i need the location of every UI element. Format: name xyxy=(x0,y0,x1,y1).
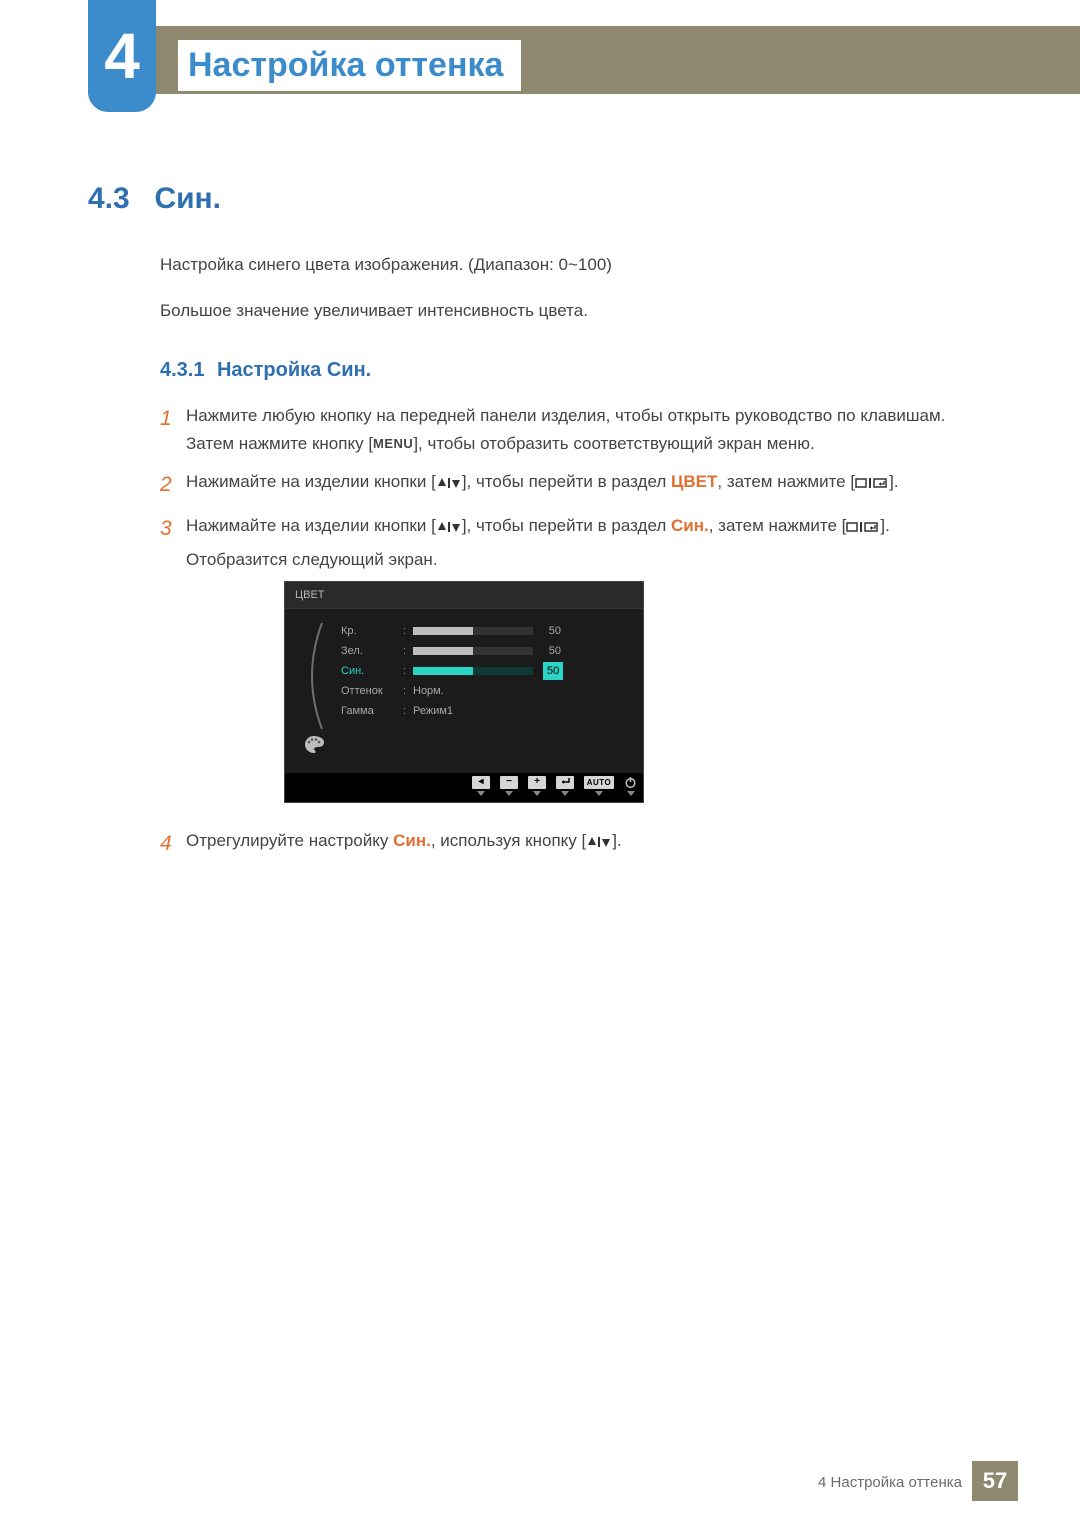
step-text: ]. xyxy=(880,516,889,535)
palette-icon xyxy=(303,735,325,755)
osd-row: Син.: 50 xyxy=(341,661,631,681)
step-number: 3 xyxy=(160,512,186,816)
section-heading: 4.3 Син. xyxy=(88,182,978,216)
osd-btn-enter xyxy=(556,776,574,796)
osd-row-label: Син. xyxy=(341,662,403,680)
step-text: , затем нажмите [ xyxy=(709,516,847,535)
step-4: 4 Отрегулируйте настройку Син., использу… xyxy=(160,827,978,862)
osd-btn-minus: − xyxy=(500,776,518,796)
osd-btn-back: ◂ xyxy=(472,776,490,796)
chapter-title: Настройка оттенка xyxy=(178,40,521,91)
step-text: ]. xyxy=(612,831,621,850)
osd-value: Режим1 xyxy=(413,702,453,720)
up-down-icon xyxy=(436,520,462,534)
header-gap xyxy=(0,26,88,94)
osd-colon: : xyxy=(403,702,413,720)
highlight-term: Син. xyxy=(393,831,431,850)
rect-enter-icon xyxy=(855,476,889,490)
osd-row: Кр.: 50 xyxy=(341,621,631,641)
subsection-title: Настройка Син. xyxy=(217,359,371,381)
osd-row-label: Гамма xyxy=(341,702,403,720)
osd-screenshot: ЦВЕТ Кр.:50Зел.:50Син.:50Оттенок:Норм.Га… xyxy=(284,581,644,803)
step-text: , используя кнопку [ xyxy=(431,831,586,850)
osd-value: 50 xyxy=(533,622,561,640)
subsection-heading: 4.3.1 Настройка Син. xyxy=(160,359,978,382)
step-2: 2 Нажимайте на изделии кнопки [ ], чтобы … xyxy=(160,468,978,503)
step-text: ]. xyxy=(889,472,898,491)
highlight-term: ЦВЕТ xyxy=(671,472,717,491)
intro-paragraph-1: Настройка синего цвета изображения. (Диа… xyxy=(160,252,978,278)
step-text: Отрегулируйте настройку xyxy=(186,831,393,850)
osd-slider xyxy=(413,667,533,675)
osd-btn-power xyxy=(624,776,637,796)
page-footer: 4 Настройка оттенка 57 xyxy=(0,1461,1080,1501)
osd-side-curve xyxy=(300,621,328,731)
osd-colon: : xyxy=(403,642,413,660)
step-text: , затем нажмите [ xyxy=(717,472,855,491)
footer-chapter-label: 4 Настройка оттенка xyxy=(818,1474,962,1491)
osd-row-label: Зел. xyxy=(341,642,403,660)
osd-row-label: Оттенок xyxy=(341,682,403,700)
osd-value: Норм. xyxy=(413,682,444,700)
up-down-icon xyxy=(436,476,462,490)
header-band xyxy=(0,26,1080,94)
step-text: ], чтобы перейти в раздел xyxy=(462,472,671,491)
step-number: 4 xyxy=(160,827,186,862)
intro-paragraph-2: Большое значение увеличивает интенсивнос… xyxy=(160,298,978,324)
step-number: 2 xyxy=(160,468,186,503)
up-down-icon xyxy=(586,835,612,849)
osd-value: 50 xyxy=(533,642,561,660)
osd-btn-auto: AUTO xyxy=(584,776,614,796)
osd-value: 50 xyxy=(543,662,563,680)
page-number-badge: 57 xyxy=(972,1461,1018,1501)
step-number: 1 xyxy=(160,402,186,458)
step-3: 3 Нажимайте на изделии кнопки [ ], чтобы … xyxy=(160,512,978,816)
step-1: 1 Нажмите любую кнопку на передней панел… xyxy=(160,402,978,458)
step-text: Нажимайте на изделии кнопки [ xyxy=(186,516,436,535)
osd-slider xyxy=(413,647,533,655)
subsection-number: 4.3.1 xyxy=(160,359,204,381)
osd-title: ЦВЕТ xyxy=(285,582,643,609)
osd-row-label: Кр. xyxy=(341,622,403,640)
step-text: Отобразится следующий экран. xyxy=(186,550,438,569)
osd-row: Гамма:Режим1 xyxy=(341,701,631,721)
osd-row: Оттенок:Норм. xyxy=(341,681,631,701)
osd-colon: : xyxy=(403,622,413,640)
chapter-number-badge: 4 xyxy=(88,0,156,112)
step-text: ], чтобы перейти в раздел xyxy=(462,516,671,535)
rect-enter-icon xyxy=(846,520,880,534)
step-text: Нажимайте на изделии кнопки [ xyxy=(186,472,436,491)
osd-slider xyxy=(413,627,533,635)
section-number: 4.3 xyxy=(88,182,150,216)
osd-colon: : xyxy=(403,662,413,680)
osd-footer: ◂ − + AUTO xyxy=(285,773,643,802)
osd-btn-plus: + xyxy=(528,776,546,796)
step-text: ], чтобы отобразить соответствующий экра… xyxy=(413,434,814,453)
osd-colon: : xyxy=(403,682,413,700)
menu-label: MENU xyxy=(373,436,413,451)
osd-row: Зел.: 50 xyxy=(341,641,631,661)
section-title: Син. xyxy=(154,182,221,216)
highlight-term: Син. xyxy=(671,516,709,535)
